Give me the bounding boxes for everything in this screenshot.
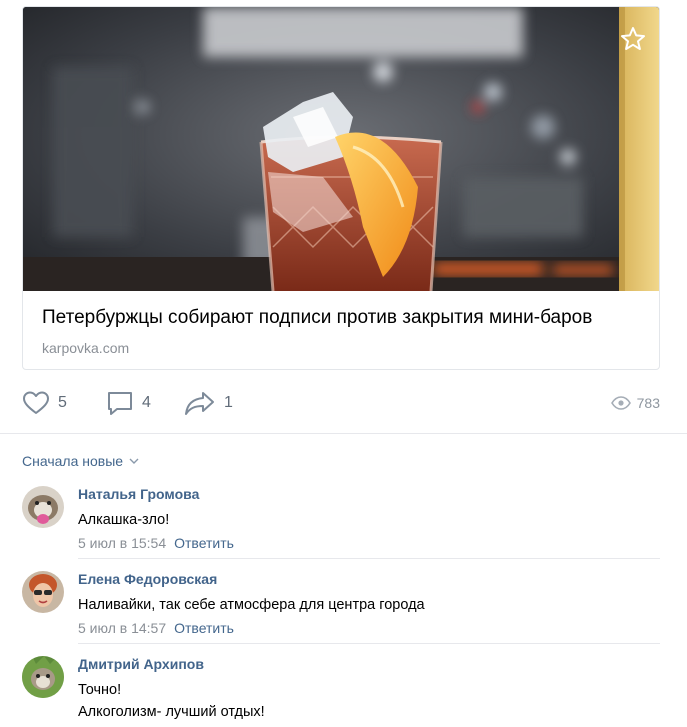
comment-date[interactable]: 5 июл в 14:57 [78,620,166,636]
views-counter: 783 [610,388,660,418]
comment-button[interactable]: 4 [106,388,151,418]
avatar[interactable] [22,571,64,613]
share-count: 1 [224,394,233,411]
like-button[interactable]: 5 [22,388,67,418]
comment-item: Елена Федоровская Наливайки, так себе ат… [22,571,662,636]
comments-divider [0,433,687,434]
comment-text: Наливайки, так себе атмосфера для центра… [78,597,425,613]
comment-item: Наталья Громова Алкашка-зло! 5 июл в 15:… [22,486,662,551]
link-title[interactable]: Петербуржцы собирают подписи против закр… [42,307,592,329]
cocktail-photo [23,7,659,291]
comment-meta: 5 июл в 15:54 Ответить [78,535,234,551]
link-attachment-card[interactable]: Петербуржцы собирают подписи против закр… [22,6,660,370]
comment-author[interactable]: Елена Федоровская [78,571,217,587]
comments-sort-dropdown[interactable]: Сначала новые [22,453,139,469]
views-count: 783 [636,395,660,411]
link-preview-image[interactable] [23,7,659,291]
like-count: 5 [58,394,67,411]
heart-icon [23,391,49,414]
comment-count: 4 [142,394,151,411]
comment-meta: 5 июл в 14:57 Ответить [78,620,234,636]
comment-date[interactable]: 5 июл в 15:54 [78,535,166,551]
comment-author[interactable]: Наталья Громова [78,486,199,502]
comment-text-line: Точно! [78,682,122,698]
comment-author[interactable]: Дмитрий Архипов [78,656,204,672]
reply-button[interactable]: Ответить [174,535,234,551]
comment-icon [108,392,132,415]
share-icon [185,392,214,415]
comment-text: Алкашка-зло! [78,512,170,528]
comment-separator [78,558,660,559]
star-icon[interactable] [619,25,647,53]
post-actions-bar: 5 4 1 783 [22,388,660,418]
avatar[interactable] [22,486,64,528]
eye-icon [610,396,631,410]
comment-text-line: Алкоголизм- лучший отдых! [78,704,265,720]
link-domain: karpovka.com [42,340,130,356]
avatar[interactable] [22,656,64,698]
comment-item: Дмитрий Архипов Точно! Алкоголизм- лучши… [22,656,662,727]
reply-button[interactable]: Ответить [174,620,234,636]
comment-separator [78,643,660,644]
sort-label: Сначала новые [22,453,124,469]
share-button[interactable]: 1 [184,388,233,418]
chevron-down-icon [129,458,139,464]
